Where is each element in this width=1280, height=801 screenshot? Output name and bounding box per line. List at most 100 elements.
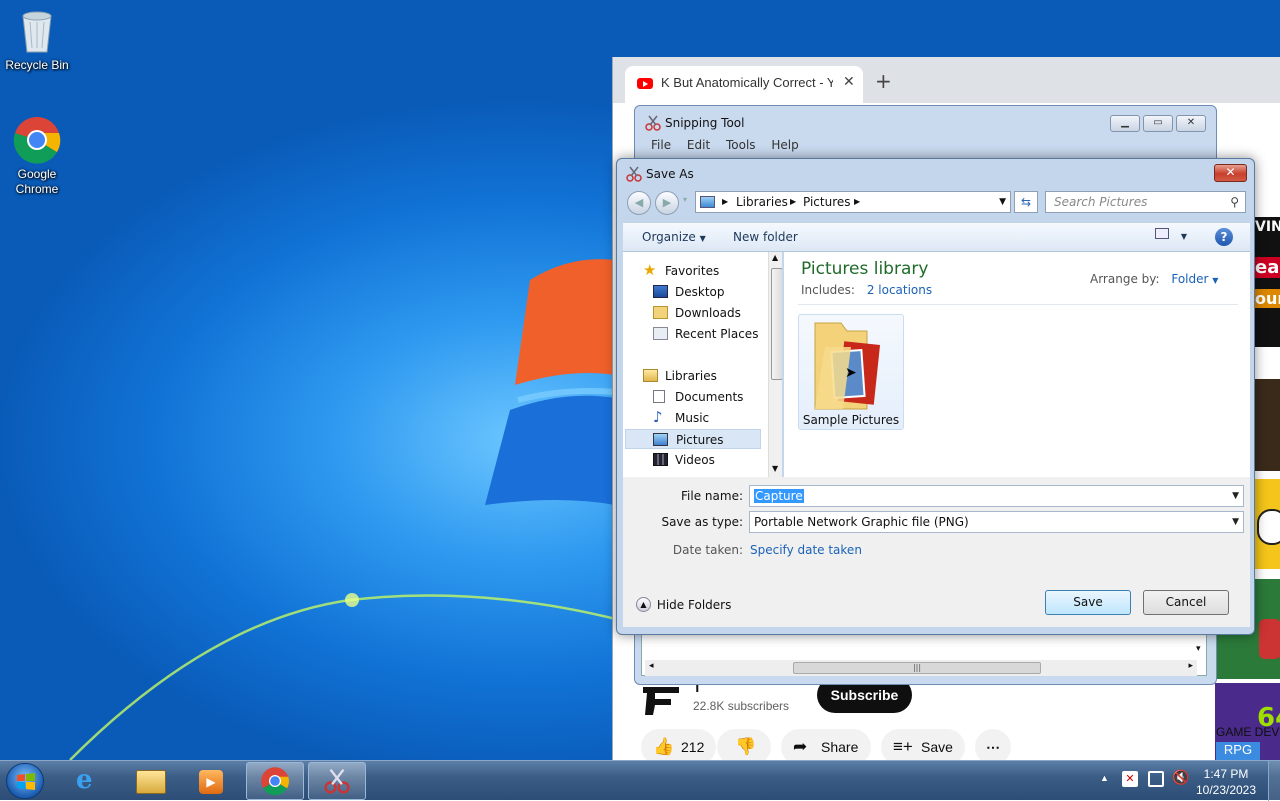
scroll-thumb[interactable] bbox=[771, 268, 782, 380]
nav-favorites[interactable]: ★ Favorites bbox=[643, 261, 719, 281]
more-actions-button[interactable]: ⋯ bbox=[975, 729, 1011, 760]
share-button[interactable]: ➦ Share bbox=[781, 729, 871, 760]
taskbar-snipping-tool[interactable] bbox=[308, 762, 366, 800]
nav-documents[interactable]: Documents bbox=[653, 387, 743, 407]
breadcrumb-separator-icon: ▶ bbox=[854, 197, 861, 206]
hide-folders-button[interactable]: ▲ Hide Folders bbox=[636, 597, 731, 612]
taskbar-media-player[interactable]: ▶ bbox=[182, 762, 240, 800]
share-label: Share bbox=[821, 739, 859, 755]
youtube-icon bbox=[637, 78, 653, 89]
nav-scrollbar[interactable]: ▲ ▼ bbox=[768, 252, 782, 477]
show-desktop-button[interactable] bbox=[1268, 761, 1280, 801]
desktop-icon bbox=[653, 285, 668, 298]
taskbar-file-explorer[interactable] bbox=[122, 762, 180, 800]
volume-muted-icon[interactable]: 🔇 bbox=[1172, 769, 1189, 786]
recycle-bin-label: Recycle Bin bbox=[5, 58, 69, 72]
cancel-button[interactable]: Cancel bbox=[1143, 590, 1229, 615]
breadcrumb-separator-icon: ▶ bbox=[722, 197, 729, 206]
recent-pages-icon[interactable]: ▾ bbox=[683, 195, 687, 204]
horizontal-scrollbar[interactable]: ◂ ||| ▸ bbox=[645, 660, 1197, 676]
library-location-icon bbox=[700, 196, 715, 208]
scroll-thumb[interactable]: ||| bbox=[793, 662, 1041, 674]
menu-help[interactable]: Help bbox=[771, 138, 798, 152]
refresh-button[interactable]: ⇆ bbox=[1014, 191, 1038, 213]
save-to-playlist-button[interactable]: ≡+ Save bbox=[881, 729, 965, 760]
google-chrome-label: Google Chrome bbox=[15, 167, 59, 196]
menu-file[interactable]: File bbox=[651, 138, 671, 152]
maximize-button[interactable]: ▭ bbox=[1143, 115, 1173, 132]
scroll-right-icon[interactable]: ▸ bbox=[1188, 661, 1193, 671]
documents-icon bbox=[653, 390, 665, 403]
nav-libraries[interactable]: Libraries bbox=[643, 366, 717, 386]
music-icon: ♪ bbox=[653, 408, 663, 426]
address-dropdown-icon[interactable]: ▼ bbox=[999, 192, 1006, 212]
taskbar-internet-explorer[interactable]: e bbox=[62, 762, 120, 800]
scissors-icon bbox=[645, 115, 661, 131]
chevron-down-icon: ▼ bbox=[1212, 276, 1219, 285]
nav-desktop[interactable]: Desktop bbox=[653, 282, 725, 302]
library-title: Pictures library bbox=[801, 259, 929, 279]
nav-music[interactable]: ♪ Music bbox=[653, 408, 709, 428]
clock-time[interactable]: 1:47 PM bbox=[1196, 767, 1256, 781]
action-center-icon[interactable]: ✕ bbox=[1122, 771, 1138, 787]
chevron-down-icon: ▼ bbox=[1232, 517, 1239, 527]
help-icon[interactable]: ? bbox=[1215, 228, 1233, 246]
star-icon: ★ bbox=[643, 261, 657, 279]
libraries-icon bbox=[643, 369, 658, 382]
search-input[interactable]: Search Pictures ⚲ bbox=[1045, 191, 1246, 213]
clock-date[interactable]: 10/23/2023 bbox=[1194, 783, 1258, 797]
chrome-icon bbox=[13, 117, 61, 164]
file-name-input[interactable]: Capture ▼ bbox=[749, 485, 1244, 507]
google-chrome-shortcut[interactable]: Google Chrome bbox=[0, 115, 74, 197]
show-hidden-icons-button[interactable]: ▲ bbox=[1100, 773, 1109, 783]
close-button[interactable]: ✕ bbox=[1176, 115, 1206, 132]
navigation-pane: ★ Favorites Desktop Downloads Recent Pla… bbox=[623, 252, 782, 477]
tab-close-icon[interactable]: ✕ bbox=[843, 73, 855, 90]
folder-icon bbox=[136, 770, 166, 794]
save-as-type-label: Save as type: bbox=[661, 515, 743, 529]
chevron-down-icon[interactable]: ▼ bbox=[1232, 486, 1239, 506]
forward-button[interactable]: ▶ bbox=[655, 191, 679, 215]
address-bar[interactable]: ▶ Libraries ▶ Pictures ▶ ▼ bbox=[695, 191, 1011, 213]
back-button[interactable]: ◀ bbox=[627, 191, 651, 215]
new-tab-button[interactable]: + bbox=[875, 69, 892, 93]
network-icon[interactable] bbox=[1148, 771, 1164, 787]
arrange-by-dropdown[interactable]: Folder ▼ bbox=[1171, 272, 1218, 286]
specify-date-link[interactable]: Specify date taken bbox=[750, 543, 862, 557]
minimize-button[interactable]: ▁ bbox=[1110, 115, 1140, 132]
like-button[interactable]: 👍 212 bbox=[641, 729, 716, 760]
save-button[interactable]: Save bbox=[1045, 590, 1131, 615]
recycle-bin-shortcut[interactable]: Recycle Bin bbox=[0, 8, 74, 73]
chevron-down-icon: ▼ bbox=[1180, 232, 1187, 241]
chevron-up-icon: ▲ bbox=[636, 597, 651, 612]
menu-edit[interactable]: Edit bbox=[687, 138, 710, 152]
start-button[interactable] bbox=[6, 763, 44, 799]
folder-sample-pictures[interactable]: ➤ Sample Pictures bbox=[798, 314, 904, 430]
dialog-title: Save As bbox=[646, 167, 694, 181]
taskbar-chrome[interactable] bbox=[246, 762, 304, 800]
tab-title: K But Anatomically Correct - You bbox=[661, 75, 833, 90]
scroll-down-icon[interactable]: ▾ bbox=[1196, 644, 1201, 654]
locations-link[interactable]: 2 locations bbox=[867, 283, 932, 297]
nav-videos[interactable]: Videos bbox=[653, 450, 715, 470]
arrange-by: Arrange by: Folder ▼ bbox=[1090, 272, 1219, 286]
taskbar: e ▶ ▲ ✕ 🔇 1:47 PM 10/23/2023 bbox=[0, 760, 1280, 801]
browser-tab[interactable]: K But Anatomically Correct - You ✕ bbox=[625, 66, 863, 103]
nav-pictures[interactable]: Pictures bbox=[625, 429, 761, 449]
breadcrumb-pictures[interactable]: Pictures bbox=[803, 192, 851, 212]
view-options-button[interactable]: ▼ bbox=[1155, 228, 1187, 242]
scroll-down-icon[interactable]: ▼ bbox=[772, 464, 778, 473]
menu-tools[interactable]: Tools bbox=[726, 138, 756, 152]
includes-text: Includes: 2 locations bbox=[801, 283, 933, 297]
scroll-up-icon[interactable]: ▲ bbox=[772, 253, 778, 262]
dialog-close-button[interactable]: ✕ bbox=[1214, 164, 1247, 182]
nav-downloads[interactable]: Downloads bbox=[653, 303, 741, 323]
save-as-type-select[interactable]: Portable Network Graphic file (PNG) ▼ bbox=[749, 511, 1244, 533]
scroll-left-icon[interactable]: ◂ bbox=[649, 661, 654, 671]
dislike-button[interactable]: 👎 bbox=[717, 729, 771, 760]
breadcrumb-libraries[interactable]: Libraries bbox=[736, 192, 788, 212]
new-folder-button[interactable]: New folder bbox=[733, 230, 798, 244]
organize-button[interactable]: Organize ▼ bbox=[642, 230, 706, 244]
nav-recent-places[interactable]: Recent Places bbox=[653, 324, 758, 344]
thumbs-up-icon: 👍 bbox=[653, 737, 675, 756]
